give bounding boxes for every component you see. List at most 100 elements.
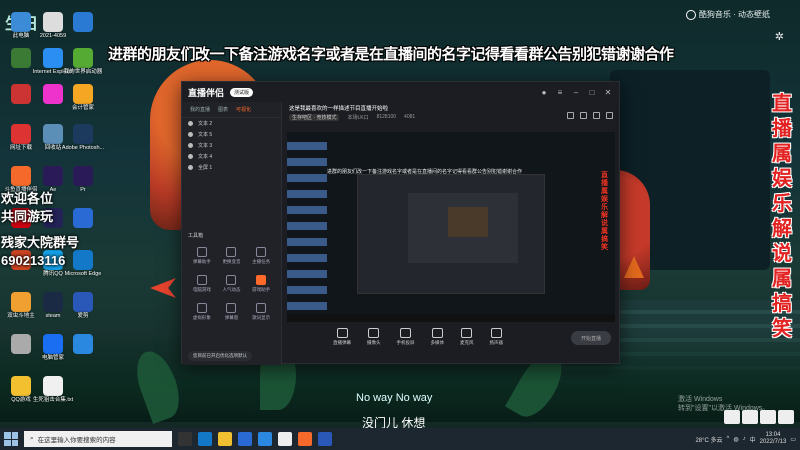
live-companion-icon[interactable] [298, 432, 312, 446]
desktop-icon-label: 会计管家 [71, 105, 94, 111]
windows-start-icon[interactable] [4, 432, 18, 446]
desktop-icon[interactable]: 此电脑 [4, 12, 38, 39]
desktop-icon[interactable]: Adobe Photosh... [62, 124, 104, 151]
desktop-icon[interactable] [4, 48, 38, 69]
live-category[interactable]: 生存吧区 · 竞技模式 [289, 114, 340, 121]
maximize-icon[interactable]: □ [587, 88, 597, 97]
app-icon [73, 124, 93, 144]
speaker-icon [490, 328, 502, 338]
tray-arrow-icon[interactable]: ^ [727, 436, 730, 442]
app-icon[interactable] [318, 432, 332, 446]
control-speaker[interactable]: 扬声器 [490, 328, 503, 346]
weather[interactable]: 28°C 多云 [695, 435, 722, 444]
desktop-icon[interactable]: 生死狙击合集.txt [33, 376, 73, 403]
scene-item[interactable]: 全屏 1 [182, 162, 281, 173]
tool-game-helper[interactable]: 游戏助手 [247, 275, 275, 293]
desktop-icon[interactable]: 双虫斗地主 [4, 292, 38, 319]
control-phone[interactable]: 手机投屏 [397, 328, 415, 346]
scene-item[interactable]: 文本 5 [182, 129, 281, 140]
start-live-button[interactable]: 开始直播 [571, 331, 611, 345]
tool-lyrics[interactable]: 歌词显示 [247, 303, 275, 321]
top-banner: 进群的朋友们改一下备注游戏名字或者是在直播间的名字记得看看群公告别犯错谢谢合作 [108, 46, 674, 63]
desktop-icon[interactable]: 会计管家 [66, 84, 100, 111]
scene-item[interactable]: 文本 2 [182, 118, 281, 129]
live-companion-window[interactable]: 直播伴侣 测试版 ● ≡ – □ ✕ 我的直播 图表 可视化 文本 2 文本 5… [181, 81, 620, 365]
tool-danmu[interactable]: 弹幕助手 [188, 247, 216, 265]
eye-icon[interactable] [188, 132, 193, 137]
live-title[interactable]: 这是我最喜欢的一样描述节目直播开始啦 [289, 104, 613, 112]
folder-icon[interactable] [218, 432, 232, 446]
ime-indicator[interactable]: 中 [750, 435, 756, 444]
lyrics-icon [256, 303, 267, 313]
mini-control-button[interactable] [724, 410, 740, 424]
desktop-icon[interactable]: 网址下载 [4, 124, 38, 151]
control-camera[interactable]: 摄像头 [367, 328, 381, 346]
search-input[interactable]: ⌕ 在这里输入你要搜索的内容 [24, 431, 172, 447]
desktop-icon[interactable] [4, 334, 38, 355]
desktop-icon-label: 爱剪 [77, 313, 89, 319]
desktop-icon[interactable]: 斗鱼直播伴侣 [4, 166, 38, 193]
welcome-line: 欢迎各位 [1, 191, 54, 206]
close-icon[interactable]: ✕ [603, 88, 613, 97]
music-logo-icon [685, 9, 696, 20]
scene-item[interactable]: 文本 3 [182, 140, 281, 151]
menu-icon[interactable]: ≡ [555, 88, 565, 97]
lock-icon[interactable] [567, 112, 574, 119]
mini-control-button[interactable] [760, 410, 776, 424]
minimize-icon[interactable]: – [571, 88, 581, 97]
desktop-icon[interactable]: 爱剪 [66, 292, 100, 319]
app-icon[interactable] [258, 432, 272, 446]
tool-voice[interactable]: 更换变音 [218, 247, 246, 265]
tool-game[interactable]: 电脑游戏 [188, 275, 216, 293]
control-media[interactable]: 多媒体 [431, 328, 444, 346]
desktop-icon[interactable]: Pr [66, 166, 100, 193]
gear-icon[interactable]: ✲ [775, 30, 784, 43]
mini-control-button[interactable] [742, 410, 758, 424]
eye-icon[interactable] [188, 165, 193, 170]
app-icon [43, 166, 63, 186]
desktop-icon[interactable]: 2021-4059 [36, 12, 70, 39]
desktop-icon[interactable] [66, 334, 100, 355]
desktop-icon[interactable]: steam [36, 292, 70, 319]
avatar[interactable]: ● [539, 88, 549, 97]
edge-icon[interactable] [198, 432, 212, 446]
scene-item[interactable]: 文本 4 [182, 151, 281, 162]
mini-control-button[interactable] [778, 410, 794, 424]
volume-icon[interactable]: ♪ [743, 436, 746, 442]
group-line: 残家大院群号 [1, 235, 80, 250]
eye-icon[interactable] [188, 154, 193, 159]
eye-icon[interactable] [188, 143, 193, 148]
desktop-icon[interactable] [36, 84, 70, 105]
control-danmu[interactable]: 直播弹幕 [333, 328, 351, 346]
subtitle-english: No way No way [356, 392, 433, 404]
clock[interactable]: 13:04 2022/7/13 [760, 432, 787, 446]
control-bar: 直播弹幕 摄像头 手机投屏 多媒体 麦克风 扬声器 [283, 317, 619, 357]
desktop-icon[interactable]: 电脑管家 [36, 334, 70, 361]
live-preview[interactable]: 进群的朋友们改一下备注游戏名字或者是在直播间的名字记得看看群公告别犯错谢谢合作 … [287, 132, 615, 322]
desktop-icon[interactable] [66, 12, 100, 33]
store-icon[interactable] [238, 432, 252, 446]
control-mic[interactable]: 麦克风 [460, 328, 474, 346]
desktop-icon-label: 回收站 [44, 145, 62, 151]
chrome-icon[interactable] [278, 432, 292, 446]
tool-avatar[interactable]: 虚拟形象 [188, 303, 216, 321]
live-header: 这是我最喜欢的一样描述节目直播开始啦 生存吧区 · 竞技模式 本场LK口 812… [283, 102, 619, 124]
tab-chart[interactable]: 图表 [218, 106, 228, 113]
settings-icon[interactable] [606, 112, 613, 119]
tool-task[interactable]: 主播任务 [247, 247, 275, 265]
network-icon[interactable]: ◍ [733, 436, 738, 443]
tool-popularity[interactable]: 人气动态 [218, 275, 246, 293]
task-view-icon[interactable] [178, 432, 192, 446]
tab-my-live[interactable]: 我的直播 [190, 106, 210, 113]
footer-note[interactable]: 您目前已开启优化选项默认 [188, 351, 252, 361]
notification-icon[interactable]: ▭ [790, 436, 796, 443]
tool-danmu-window[interactable]: 弹幕窗 [218, 303, 246, 321]
app-icon [43, 334, 63, 354]
eye-icon[interactable] [188, 121, 193, 126]
screen-icon[interactable] [593, 112, 600, 119]
desktop-icon[interactable]: 我的世界启动器 [64, 48, 102, 75]
desktop-icon[interactable]: Ae [36, 166, 70, 193]
desktop-icon[interactable] [4, 84, 38, 105]
grid-icon[interactable] [580, 112, 587, 119]
tab-visual[interactable]: 可视化 [236, 106, 251, 113]
